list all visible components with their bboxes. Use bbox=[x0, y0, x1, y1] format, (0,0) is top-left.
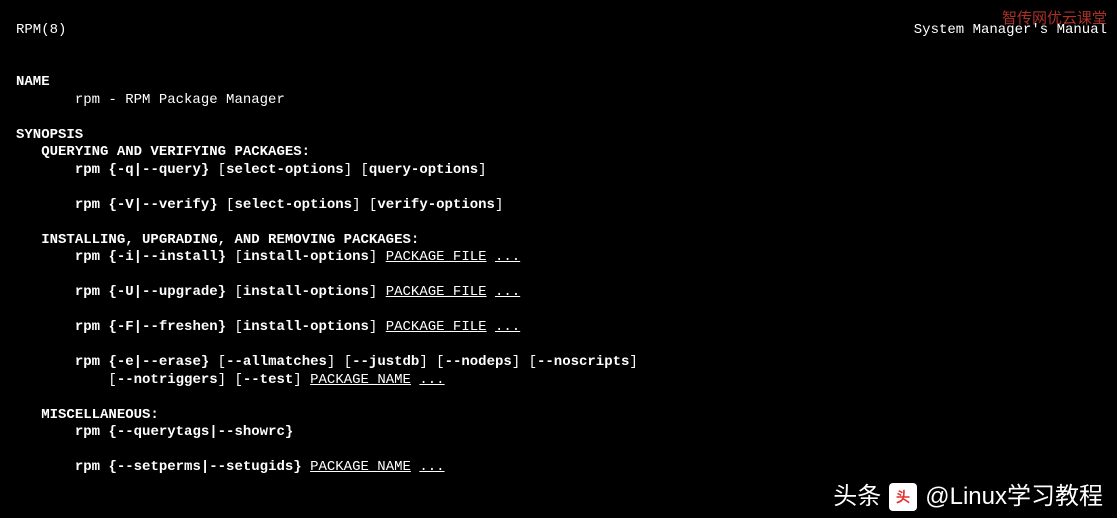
section-synopsis-heading: SYNOPSIS bbox=[16, 127, 83, 143]
misc2-opt: {--setperms|--setugids} bbox=[108, 459, 301, 475]
verify-select-options: select-options bbox=[234, 197, 352, 213]
verify-cmd: rpm bbox=[75, 197, 100, 213]
erase-allmatches: --allmatches bbox=[226, 354, 327, 370]
install-ellipsis: ... bbox=[495, 249, 520, 265]
watermark-prefix: 头条 bbox=[833, 482, 881, 512]
freshen-package-file: PACKAGE_FILE bbox=[386, 319, 487, 335]
freshen-cmd: rpm bbox=[75, 319, 100, 335]
install-package-file: PACKAGE_FILE bbox=[386, 249, 487, 265]
misc1-opt: {--querytags|--showrc} bbox=[108, 424, 293, 440]
freshen-ellipsis: ... bbox=[495, 319, 520, 335]
iur-heading: INSTALLING, UPGRADING, AND REMOVING PACK… bbox=[41, 232, 419, 248]
svg-text:头: 头 bbox=[896, 489, 910, 506]
upgrade-ellipsis: ... bbox=[495, 284, 520, 300]
erase-test: --test bbox=[243, 372, 293, 388]
freshen-opt: {-F|--freshen} bbox=[108, 319, 226, 335]
misc2-cmd: rpm bbox=[75, 459, 100, 475]
upgrade-cmd: rpm bbox=[75, 284, 100, 300]
misc2-package-name: PACKAGE_NAME bbox=[310, 459, 411, 475]
misc1-cmd: rpm bbox=[75, 424, 100, 440]
man-header: RPM(8)System Manager's Manual bbox=[16, 22, 1107, 40]
misc2-ellipsis: ... bbox=[419, 459, 444, 475]
misc-heading: MISCELLANEOUS: bbox=[41, 407, 159, 423]
man-page-content: RPM(8)System Manager's Manual NAME rpm -… bbox=[0, 0, 1117, 487]
erase-package-name: PACKAGE_NAME bbox=[310, 372, 411, 388]
watermark-bottom-right: 头条 头 @Linux学习教程 bbox=[833, 482, 1103, 512]
query-opt: {-q|--query} bbox=[108, 162, 209, 178]
watermark-top-right: 智传网优云课堂 bbox=[1002, 10, 1107, 29]
watermark-handle: @Linux学习教程 bbox=[925, 482, 1103, 512]
query-options: query-options bbox=[369, 162, 478, 178]
query-select-options: select-options bbox=[226, 162, 344, 178]
verify-opt: {-V|--verify} bbox=[108, 197, 217, 213]
erase-opt: {-e|--erase} bbox=[108, 354, 209, 370]
section-name-heading: NAME bbox=[16, 74, 50, 90]
upgrade-opt: {-U|--upgrade} bbox=[108, 284, 226, 300]
erase-noscripts: --noscripts bbox=[537, 354, 629, 370]
erase-ellipsis: ... bbox=[419, 372, 444, 388]
toutiao-logo-icon: 头 bbox=[889, 483, 917, 511]
man-header-left: RPM(8) bbox=[16, 22, 66, 40]
verify-options: verify-options bbox=[377, 197, 495, 213]
install-options: install-options bbox=[243, 249, 369, 265]
erase-notriggers: --notriggers bbox=[117, 372, 218, 388]
qv-heading: QUERYING AND VERIFYING PACKAGES: bbox=[41, 144, 310, 160]
freshen-install-options: install-options bbox=[243, 319, 369, 335]
query-cmd: rpm bbox=[75, 162, 100, 178]
install-opt: {-i|--install} bbox=[108, 249, 226, 265]
upgrade-package-file: PACKAGE_FILE bbox=[386, 284, 487, 300]
upgrade-install-options: install-options bbox=[243, 284, 369, 300]
name-line: rpm - RPM Package Manager bbox=[75, 92, 285, 108]
erase-nodeps: --nodeps bbox=[445, 354, 512, 370]
erase-cmd: rpm bbox=[75, 354, 100, 370]
install-cmd: rpm bbox=[75, 249, 100, 265]
erase-justdb: --justdb bbox=[352, 354, 419, 370]
